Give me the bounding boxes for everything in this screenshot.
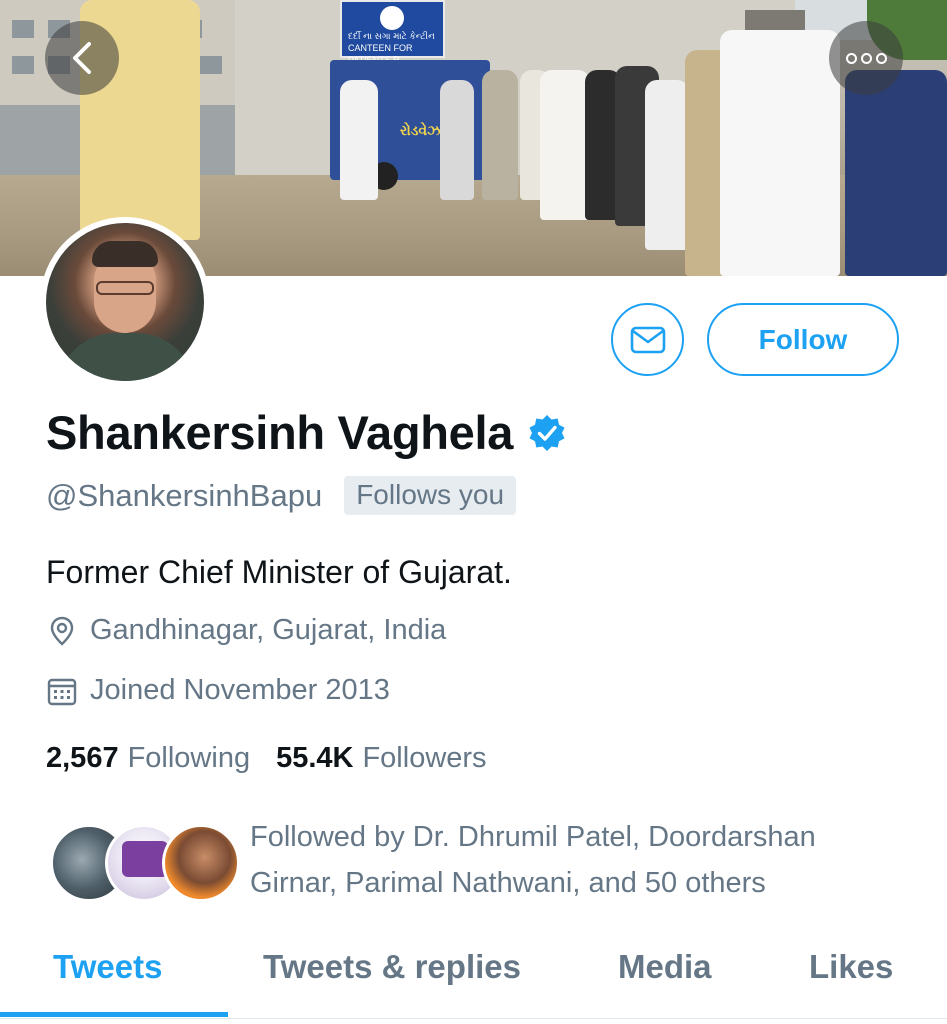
follow-button[interactable]: Follow: [707, 303, 899, 376]
banner-person: [720, 30, 840, 276]
banner-person: [540, 70, 590, 220]
tab-tweets-replies[interactable]: Tweets & replies: [263, 948, 521, 986]
envelope-icon: [630, 326, 665, 353]
banner-person: [340, 80, 378, 200]
followed-by-avatars[interactable]: [50, 824, 240, 902]
canteen-sign: દર્દી ના સગા માટે કેન્ટીન CANTEEN FOR PA…: [340, 0, 445, 65]
follows-you-badge: Follows you: [344, 476, 517, 515]
location-row: Gandhinagar, Gujarat, India: [46, 614, 446, 647]
followers-count: 55.4K: [276, 742, 354, 774]
calendar-icon: [47, 678, 77, 705]
follow-stats: 2,567 Following 55.4K Followers: [46, 742, 487, 775]
profile-avatar[interactable]: [40, 217, 210, 387]
message-button[interactable]: [611, 303, 684, 376]
banner-person: [440, 80, 474, 200]
active-tab-indicator: [0, 1012, 228, 1017]
handle-row: @ShankersinhBapu Follows you: [46, 476, 517, 515]
profile-bio: Former Chief Minister of Gujarat.: [46, 554, 512, 590]
following-count: 2,567: [46, 742, 119, 774]
location-pin-icon: [50, 616, 74, 646]
follower-avatar: [162, 824, 240, 902]
profile-name: Shankersinh Vaghela: [46, 406, 514, 459]
banner-person: [645, 80, 689, 250]
tab-likes[interactable]: Likes: [809, 948, 893, 986]
following-label: Following: [127, 742, 251, 774]
cart-text: રોડવેઝ: [400, 122, 441, 138]
more-horizontal-icon: [845, 52, 887, 64]
more-button[interactable]: [829, 21, 903, 95]
banner-person: [845, 70, 947, 276]
sign-logo: [380, 6, 404, 30]
tab-media[interactable]: Media: [618, 948, 712, 986]
chevron-left-icon: [73, 42, 91, 74]
following-stat[interactable]: 2,567 Following: [46, 742, 250, 775]
followers-stat[interactable]: 55.4K Followers: [276, 742, 486, 775]
profile-joined: Joined November 2013: [90, 674, 390, 706]
verified-badge-icon: [529, 414, 565, 451]
tabs-divider: [0, 1018, 947, 1019]
profile-handle: @ShankersinhBapu: [46, 477, 323, 513]
profile-name-row: Shankersinh Vaghela: [46, 405, 567, 460]
profile-tabs: Tweets Tweets & replies Media Likes: [0, 930, 947, 1024]
back-button[interactable]: [45, 21, 119, 95]
followers-label: Followers: [362, 742, 487, 774]
followed-by-text[interactable]: Followed by Dr. Dhrumil Patel, Doordarsh…: [250, 814, 910, 906]
joined-row: Joined November 2013: [46, 674, 390, 707]
tab-tweets[interactable]: Tweets: [53, 948, 162, 986]
profile-location: Gandhinagar, Gujarat, India: [90, 614, 447, 646]
banner-person: [482, 70, 518, 200]
